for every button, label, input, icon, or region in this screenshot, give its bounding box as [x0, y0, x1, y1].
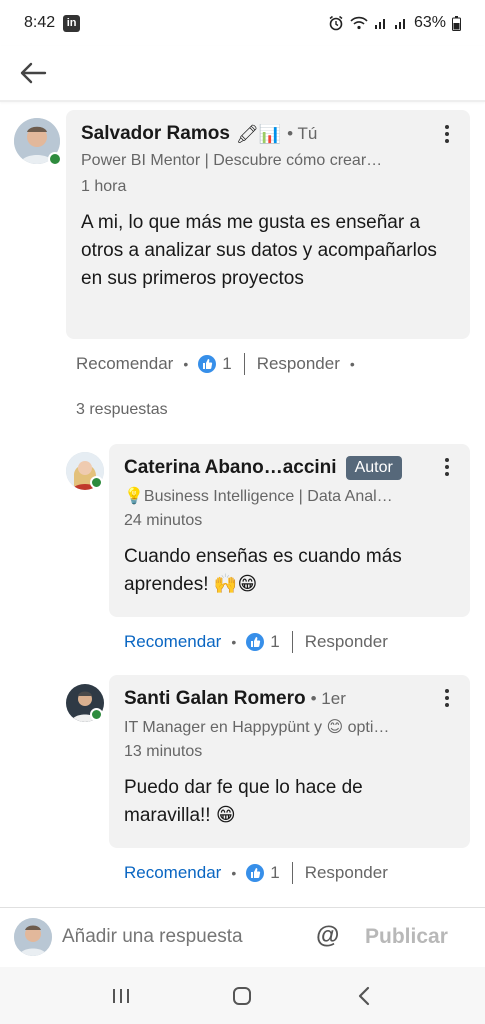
like-count[interactable]: 1 [222, 354, 231, 374]
you-label: • Tú [287, 124, 318, 143]
action-divider [291, 631, 293, 653]
comment-author-headline: Power BI Mentor | Descubre cómo crear… [81, 152, 383, 169]
like-button[interactable]: Recomendar [76, 354, 173, 374]
like-button[interactable]: Recomendar [124, 632, 221, 652]
recent-apps-icon [112, 988, 129, 1003]
reply-author-row: Caterina Abano…accini Autor [124, 456, 402, 480]
comment-author-name[interactable]: Salvador Ramos [81, 123, 230, 145]
author-badge: Autor [345, 456, 402, 480]
mention-button[interactable]: @ [316, 922, 339, 950]
like-button[interactable]: Recomendar [124, 863, 221, 883]
comment-body: A mi, lo que más me gusta es enseñar a o… [81, 212, 437, 289]
avatar-portrait [14, 918, 52, 956]
reply-more-options-button[interactable] [437, 455, 457, 479]
status-right: 63% [328, 14, 461, 32]
reply-author-headline: IT Manager en Happypünt y 😊 opti… [124, 719, 390, 736]
connection-degree: • 1er [310, 689, 346, 708]
separator-dot: • [349, 356, 355, 372]
reply-more-options-button[interactable] [437, 686, 457, 710]
reply-button[interactable]: Responder [305, 863, 388, 883]
online-status-dot [48, 152, 62, 166]
like-count[interactable]: 1 [270, 632, 279, 652]
back-button[interactable] [16, 58, 50, 88]
comment-author-row: Salvador Ramos 🖍📊 • Tú [81, 123, 317, 145]
online-status-dot [90, 708, 103, 721]
publish-button[interactable]: Publicar [365, 925, 448, 949]
reply-time: 24 minutos [124, 512, 203, 529]
system-navigation-bar [0, 967, 485, 1024]
battery-percent: 63% [413, 14, 446, 31]
top-app-bar [0, 46, 485, 102]
reply-input[interactable] [62, 926, 312, 948]
reply-author-name[interactable]: Santi Galan Romero [124, 688, 306, 710]
reply-actions: Recomendar • 1 Responder [124, 631, 388, 653]
like-count[interactable]: 1 [270, 863, 279, 883]
separator-dot: • [183, 356, 189, 372]
like-reaction-icon[interactable] [246, 864, 265, 882]
reply-button[interactable]: Responder [257, 354, 340, 374]
signal-icon-1 [374, 19, 385, 29]
alarm-icon [329, 15, 343, 31]
composer-avatar [14, 918, 52, 956]
reply-author-headline: 💡Business Intelligence | Data Anal… [124, 488, 393, 505]
separator-dot: • [231, 865, 237, 881]
online-status-dot [90, 476, 103, 489]
comment-actions: Recomendar • 1 Responder • [76, 353, 365, 375]
reply-author-name[interactable]: Caterina Abano…accini [124, 457, 337, 479]
status-time: 8:42 [24, 14, 56, 31]
recent-apps-button[interactable] [101, 976, 141, 1016]
author-emojis: 🖍📊 [235, 123, 282, 144]
action-divider [243, 353, 245, 375]
reply-body: Puedo dar fe que lo hace de maravilla!! … [124, 777, 363, 826]
action-divider [291, 862, 293, 884]
reply-button[interactable]: Responder [305, 632, 388, 652]
status-bar: 8:42 in 63% [0, 0, 485, 46]
reply-author-row: Santi Galan Romero • 1er [124, 688, 346, 710]
reply-composer: @ Publicar [0, 907, 485, 967]
arrow-left-icon [20, 62, 47, 84]
signal-icon-2 [394, 19, 405, 29]
battery-icon [452, 15, 461, 31]
chevron-left-icon [359, 986, 370, 1005]
status-left: 8:42 in [24, 14, 81, 32]
reply-actions: Recomendar • 1 Responder [124, 862, 388, 884]
separator-dot: • [231, 634, 237, 650]
replies-count[interactable]: 3 respuestas [76, 401, 168, 419]
like-reaction-icon[interactable] [246, 633, 265, 651]
like-reaction-icon[interactable] [198, 355, 217, 373]
back-nav-button[interactable] [344, 976, 384, 1016]
linkedin-notification-icon: in [63, 14, 81, 32]
comment-more-options-button[interactable] [437, 122, 457, 146]
reply-time: 13 minutos [124, 743, 203, 760]
reply-body: Cuando enseñas es cuando más aprendes! 🙌… [124, 546, 402, 595]
home-icon [233, 986, 252, 1005]
wifi-icon [350, 16, 368, 30]
home-button[interactable] [222, 976, 262, 1016]
comment-time: 1 hora [81, 178, 127, 195]
